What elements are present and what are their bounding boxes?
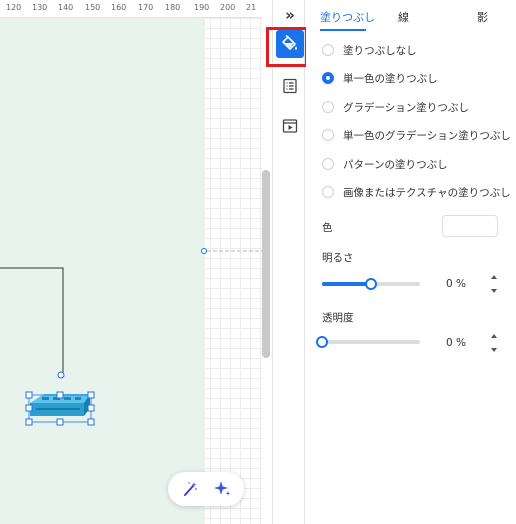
drawing-canvas[interactable]: [0, 18, 262, 524]
ruler-tick: 150: [85, 3, 101, 12]
presentation-icon: [282, 119, 298, 133]
spin-up-icon[interactable]: [491, 334, 497, 338]
fill-option-none[interactable]: 塗りつぶしなし: [322, 41, 417, 59]
radio-label: 塗りつぶしなし: [343, 44, 417, 57]
canvas-drawing: [0, 248, 262, 426]
brightness-value: 0 %: [446, 278, 466, 290]
side-icon-rail: »: [272, 0, 305, 524]
fill-option-single-color-gradient[interactable]: 単一色のグラデーション塗りつぶし: [322, 126, 511, 144]
ai-sparkle-icon[interactable]: [210, 477, 234, 501]
ruler-tick: 21: [246, 3, 257, 12]
transparency-label: 透明度: [322, 312, 354, 324]
ruler-tick: 160: [111, 3, 127, 12]
tab-shadow[interactable]: 影: [477, 9, 488, 25]
tab-fill[interactable]: 塗りつぶし: [320, 9, 375, 25]
brightness-label: 明るさ: [322, 252, 354, 264]
properties-panel-button[interactable]: [276, 72, 304, 100]
brightness-input[interactable]: 0 %: [442, 273, 500, 295]
active-tab-indicator: [320, 29, 366, 31]
fill-button-highlight: [266, 27, 308, 67]
spin-down-icon[interactable]: [491, 348, 497, 352]
connector-line[interactable]: [0, 267, 64, 376]
transparency-value: 0 %: [446, 337, 466, 349]
radio-button[interactable]: [322, 186, 334, 198]
transparency-slider-thumb[interactable]: [316, 336, 328, 348]
fill-option-pattern[interactable]: パターンの塗りつぶし: [322, 155, 448, 173]
presentation-panel-button[interactable]: [276, 112, 304, 140]
rotation-handle[interactable]: [57, 371, 65, 379]
radio-button[interactable]: [322, 158, 334, 170]
brightness-slider-thumb[interactable]: [365, 278, 377, 290]
tab-line[interactable]: 線: [398, 9, 409, 25]
format-tabs: 塗りつぶし 線 影: [306, 0, 516, 32]
radio-button[interactable]: [322, 101, 334, 113]
fill-option-image-texture[interactable]: 画像またはテクスチャの塗りつぶし: [322, 183, 511, 201]
radio-label: グラデーション塗りつぶし: [343, 101, 469, 114]
radio-label: 単一色のグラデーション塗りつぶし: [343, 129, 511, 142]
fill-option-solid[interactable]: 単一色の塗りつぶし: [322, 69, 438, 87]
ruler-tick: 170: [138, 3, 154, 12]
properties-list-icon: [283, 78, 297, 94]
ruler-tick: 180: [165, 3, 181, 12]
ruler-tick: 130: [32, 3, 48, 12]
color-label: 色: [322, 222, 333, 234]
brightness-slider-fill: [322, 282, 371, 286]
collapse-panel-button[interactable]: »: [276, 4, 304, 26]
transparency-input[interactable]: 0 %: [442, 332, 500, 354]
radio-label: 単一色の塗りつぶし: [343, 72, 438, 85]
radio-label: パターンの塗りつぶし: [343, 158, 448, 171]
radio-button[interactable]: [322, 44, 334, 56]
floating-toolbar: [168, 472, 244, 506]
radio-button[interactable]: [322, 129, 334, 141]
color-picker-swatch[interactable]: [442, 215, 498, 237]
vertical-scrollbar[interactable]: [262, 170, 270, 358]
spin-down-icon[interactable]: [491, 289, 497, 293]
ruler-tick: 200: [220, 3, 236, 12]
transparency-slider[interactable]: [316, 336, 420, 348]
transparency-spinner[interactable]: [490, 334, 498, 352]
ruler-tick: 140: [58, 3, 74, 12]
connection-point[interactable]: [201, 248, 207, 254]
brightness-slider[interactable]: [322, 278, 420, 290]
radio-button[interactable]: [322, 72, 334, 84]
editor-window: 120 130 140 150 160 170 180 190 200 21 »…: [0, 0, 516, 524]
format-panel: 塗りつぶし 線 影 塗りつぶしなし 単一色の塗りつぶし グラデーション塗りつぶし…: [306, 0, 516, 524]
ruler-tick: 120: [6, 3, 22, 12]
brightness-spinner[interactable]: [490, 275, 498, 293]
fill-option-gradient[interactable]: グラデーション塗りつぶし: [322, 98, 469, 116]
magic-wand-icon[interactable]: [178, 477, 202, 501]
ruler-tick: 190: [194, 3, 210, 12]
spin-up-icon[interactable]: [491, 275, 497, 279]
horizontal-ruler: 120 130 140 150 160 170 180 190 200 21: [0, 0, 262, 18]
radio-label: 画像またはテクスチャの塗りつぶし: [343, 186, 511, 199]
